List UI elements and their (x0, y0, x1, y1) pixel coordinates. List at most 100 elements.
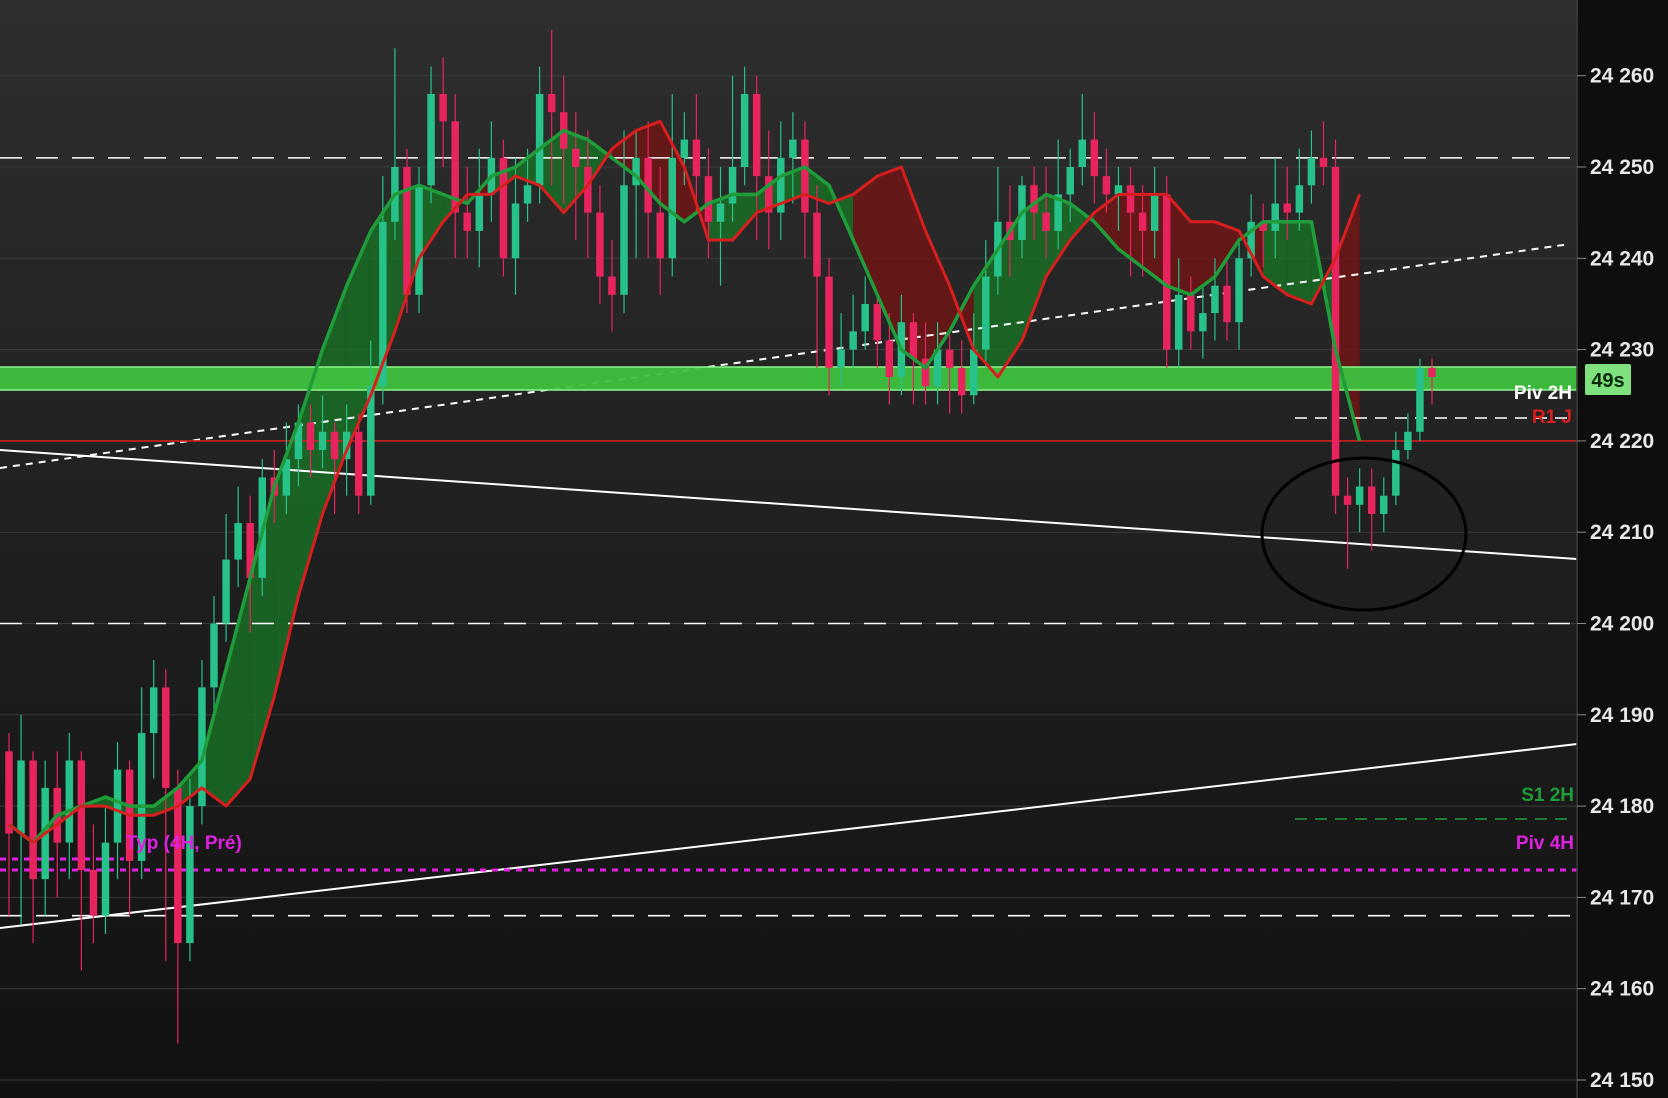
candle-body (1392, 450, 1400, 496)
candle-body (1343, 495, 1352, 505)
candle-body (65, 760, 74, 843)
candle-body (354, 431, 363, 496)
candle-body (29, 760, 37, 880)
candle-body (970, 349, 978, 396)
tick-label-24260: 24 260 (1590, 65, 1654, 88)
countdown-timer: 49s (1591, 370, 1624, 392)
candle-body (77, 760, 86, 871)
candle-body (1380, 495, 1388, 514)
candle-body (1102, 176, 1111, 195)
candle-body (1367, 486, 1376, 514)
candle-body (1199, 313, 1207, 332)
candle-body (716, 203, 725, 222)
candle-body (1235, 258, 1243, 323)
candle-body (837, 349, 845, 368)
piv-2h-label: Piv 2H (1514, 383, 1572, 404)
candle-body (873, 303, 882, 341)
candle-body (1355, 486, 1364, 505)
tick-label-24150: 24 150 (1590, 1069, 1654, 1092)
tick-label-24190: 24 190 (1590, 704, 1654, 727)
candle-body (789, 139, 797, 158)
candle-body (17, 760, 25, 834)
price-chart[interactable]: 24 260 24 250 24 240 24 230 24 220 24 210 24 2… (0, 0, 1668, 1098)
candle-body (668, 157, 677, 259)
candle-body (1187, 294, 1195, 332)
candle-body (752, 93, 761, 177)
candle-body (234, 523, 242, 560)
candle-body (89, 870, 98, 916)
candle-body (5, 751, 13, 834)
candle-body (740, 93, 749, 167)
candle-body (1175, 294, 1183, 350)
candle-body (1138, 212, 1147, 231)
candle-body (620, 185, 628, 295)
candle-body (186, 806, 194, 944)
candle-body (1150, 194, 1159, 231)
candle-body (596, 212, 604, 277)
candle-body (1416, 367, 1424, 432)
candle-body (801, 139, 809, 213)
candle-body (813, 212, 821, 277)
candle-body (415, 185, 423, 295)
candle-body (982, 276, 990, 350)
candle-body (523, 185, 532, 204)
tick-label-24160: 24 160 (1590, 978, 1654, 1001)
candle-body (511, 203, 520, 259)
candle-body (692, 139, 701, 177)
candle-body (1066, 167, 1074, 195)
candle-body (403, 167, 411, 295)
candle-body (1295, 185, 1304, 213)
candle-body (1126, 185, 1135, 213)
candle-body (1319, 157, 1328, 167)
candle-body (306, 422, 315, 451)
candle-body (210, 623, 218, 688)
candle-body (427, 93, 435, 186)
tick-label-24240: 24 240 (1590, 247, 1654, 270)
candle-body (909, 322, 918, 359)
candle-body (1042, 212, 1050, 231)
candle-body (222, 559, 230, 624)
s1-2h-label: S1 2H (1521, 785, 1574, 806)
chart-root: 24 260 24 250 24 240 24 230 24 220 24 210 24 2… (0, 0, 1668, 1098)
candle-body (885, 340, 894, 377)
candle-body (1030, 185, 1038, 213)
candle-body (572, 148, 580, 167)
tick-label-24200: 24 200 (1590, 613, 1654, 636)
candle-body (1090, 139, 1099, 177)
candle-body (1283, 203, 1292, 213)
candle-body (174, 787, 182, 944)
candle-body (318, 431, 327, 451)
candle-body (1271, 203, 1279, 231)
candle-body (945, 349, 954, 368)
candle-body (162, 687, 170, 788)
candle-body (463, 212, 471, 231)
tick-label-24220: 24 220 (1590, 430, 1654, 453)
tick-label-24250: 24 250 (1590, 156, 1654, 179)
tick-label-24210: 24 210 (1590, 521, 1654, 544)
candle-body (149, 687, 158, 734)
typ-4h-label: Typ (4H, Pré) (126, 833, 242, 854)
candle-body (680, 139, 689, 158)
candle-body (728, 167, 737, 204)
r1-j-label: R1 J (1532, 407, 1572, 428)
tick-label-24230: 24 230 (1590, 339, 1654, 362)
candle-body (475, 194, 484, 231)
candle-body (957, 367, 966, 396)
candle-body (535, 93, 544, 186)
candle-body (547, 93, 556, 113)
candle-body (1428, 367, 1436, 377)
candle-body (656, 212, 664, 259)
candle-body (330, 431, 339, 460)
tick-label-24170: 24 170 (1590, 886, 1654, 909)
tick-label-24180: 24 180 (1590, 795, 1654, 818)
candle-body (849, 331, 857, 350)
candle-body (1404, 431, 1412, 451)
candle-body (1307, 157, 1316, 186)
candle-body (113, 769, 122, 843)
candle-body (825, 276, 833, 368)
candle-body (608, 276, 616, 295)
candle-body (1162, 194, 1171, 350)
candle-body (1223, 285, 1231, 323)
piv-4h-label: Piv 4H (1516, 833, 1574, 854)
candle-body (704, 176, 713, 222)
